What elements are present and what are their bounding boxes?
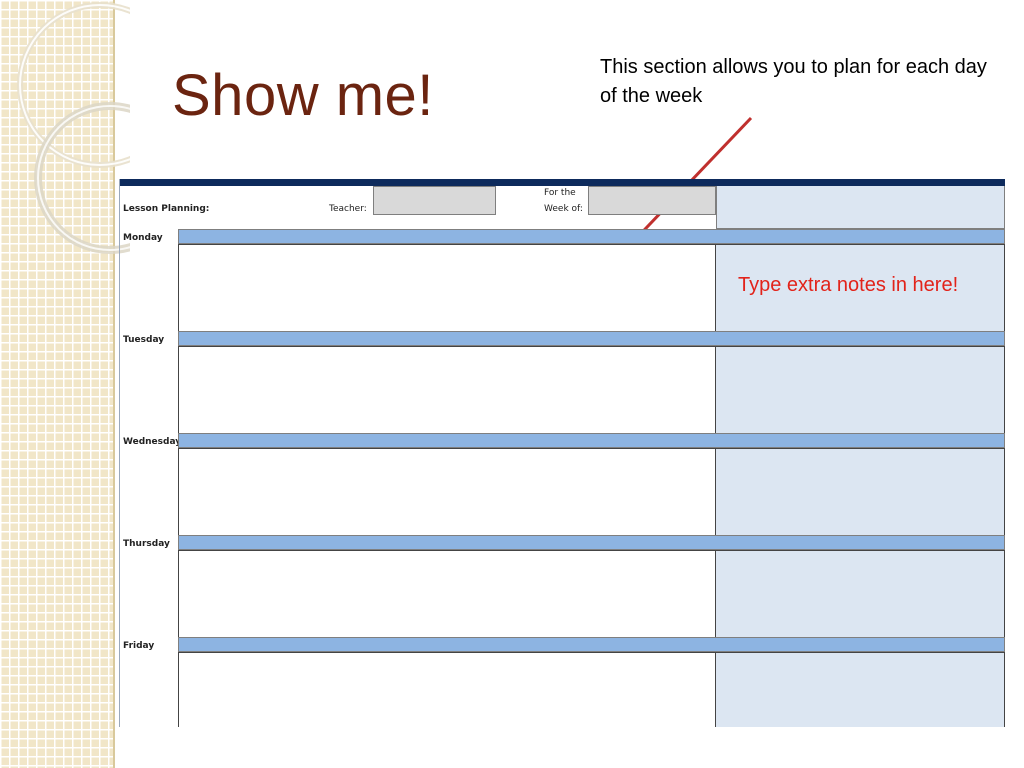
sheet-header-row: Lesson Planning: Teacher: For the Week o… [120, 186, 1005, 229]
for-the-label: For the [544, 188, 576, 198]
plan-section-callout: This section allows you to plan for each… [600, 56, 987, 107]
plan-box-wednesday[interactable] [178, 448, 716, 536]
decorative-rings [17, 2, 130, 254]
lesson-plan-sheet: Lesson Planning: Teacher: For the Week o… [119, 179, 1005, 727]
notes-header-cell[interactable] [716, 186, 1005, 229]
day-label-friday: Friday [123, 641, 155, 651]
plan-box-monday[interactable] [178, 244, 716, 332]
teacher-input[interactable] [373, 186, 496, 215]
day-label-monday: Monday [123, 233, 163, 243]
plan-box-thursday[interactable] [178, 550, 716, 638]
day-bar-friday [178, 637, 1005, 652]
week-of-label: Week of: [544, 204, 583, 214]
day-bar-thursday [178, 535, 1005, 550]
notes-box-thursday[interactable] [716, 550, 1005, 638]
notes-box-wednesday[interactable] [716, 448, 1005, 536]
day-label-wednesday: Wednesday [123, 437, 182, 447]
day-bar-monday [178, 229, 1005, 244]
notes-callout: Type extra notes in here! [738, 274, 959, 296]
day-bar-tuesday [178, 331, 1005, 346]
lesson-planning-label: Lesson Planning: [123, 204, 210, 214]
day-bar-wednesday [178, 433, 1005, 448]
day-label-tuesday: Tuesday [123, 335, 165, 345]
plan-box-friday[interactable] [178, 652, 716, 727]
sheet-header-bar [120, 179, 1005, 186]
week-of-input[interactable] [588, 186, 716, 215]
plan-box-tuesday[interactable] [178, 346, 716, 434]
page-title: Show me! [172, 63, 434, 128]
notes-box-tuesday[interactable] [716, 346, 1005, 434]
notes-box-friday[interactable] [716, 652, 1005, 727]
day-label-thursday: Thursday [123, 539, 170, 549]
teacher-label: Teacher: [329, 204, 367, 214]
